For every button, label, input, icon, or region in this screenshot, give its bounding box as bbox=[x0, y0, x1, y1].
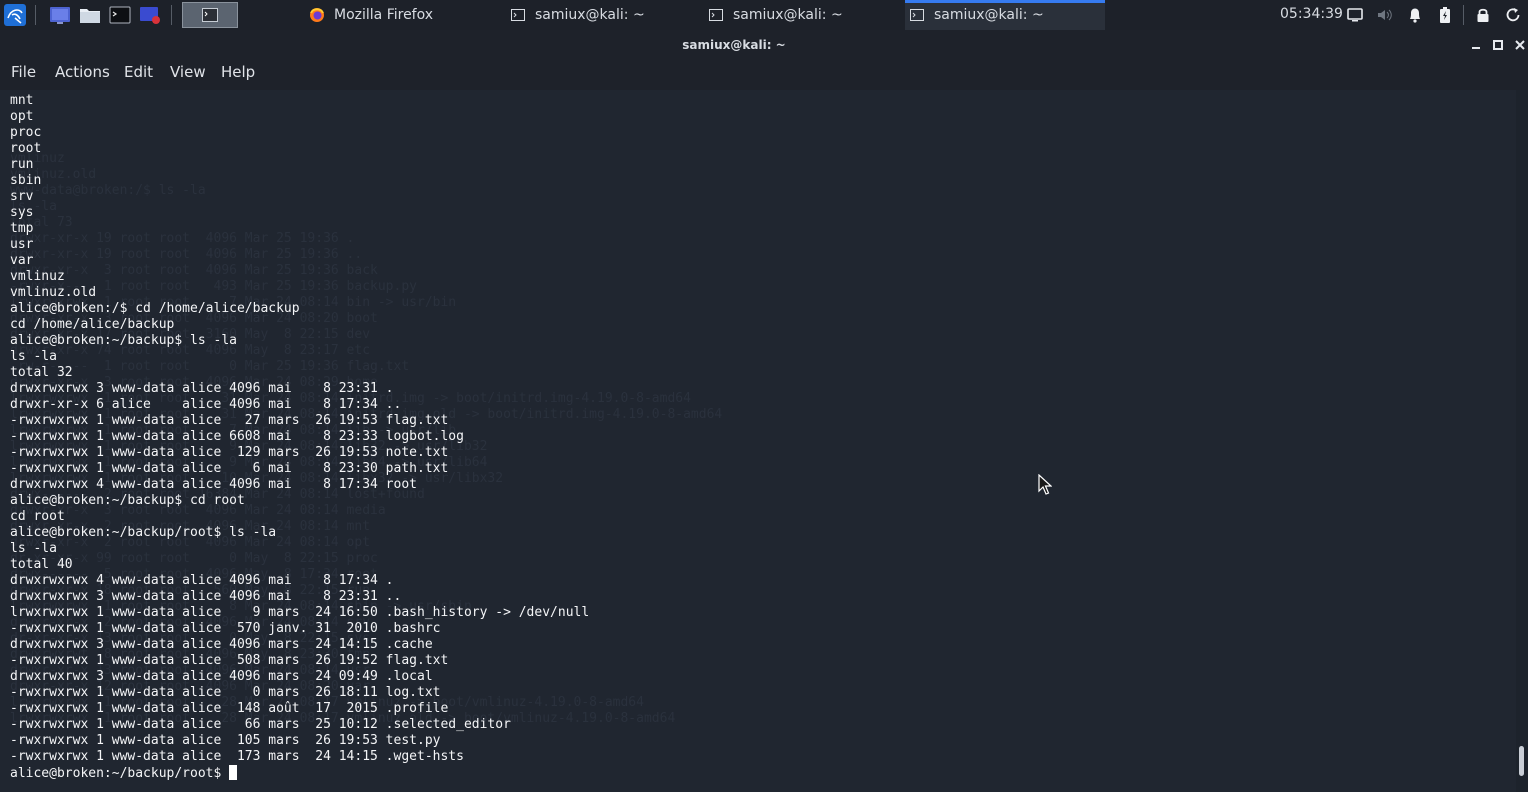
panel-separator bbox=[171, 5, 172, 25]
file-manager-icon[interactable] bbox=[78, 3, 102, 27]
kali-menu-icon[interactable] bbox=[3, 3, 27, 27]
lock-screen-icon[interactable] bbox=[1474, 6, 1492, 24]
taskbar-item-terminal-3[interactable]: samiux@kali: ~ bbox=[905, 0, 1105, 30]
terminal-cursor bbox=[229, 765, 238, 780]
panel-separator bbox=[1463, 5, 1464, 25]
menu-file[interactable]: File bbox=[11, 63, 36, 81]
panel-separator bbox=[35, 5, 36, 25]
maximize-button[interactable] bbox=[1491, 38, 1505, 52]
workspace-switcher-icon[interactable] bbox=[182, 2, 238, 28]
top-panel: Mozilla Firefox samiux@kali: ~ samiux@ka… bbox=[0, 0, 1528, 30]
window-title: samiux@kali: ~ bbox=[682, 38, 786, 52]
volume-muted-icon[interactable] bbox=[1376, 6, 1394, 24]
menu-view[interactable]: View bbox=[170, 63, 206, 81]
scrollbar-thumb[interactable] bbox=[1519, 746, 1524, 776]
taskbar-item-label: samiux@kali: ~ bbox=[733, 7, 843, 23]
menu-help[interactable]: Help bbox=[221, 63, 255, 81]
restart-icon[interactable] bbox=[1504, 6, 1522, 24]
terminal-icon bbox=[909, 7, 925, 23]
menu-edit[interactable]: Edit bbox=[124, 63, 153, 81]
minimize-button[interactable] bbox=[1469, 38, 1483, 52]
screen-recorder-icon[interactable] bbox=[138, 3, 162, 27]
terminal-scrollbar[interactable] bbox=[1516, 90, 1528, 792]
taskbar-item-label: samiux@kali: ~ bbox=[535, 7, 645, 23]
terminal-launcher-icon[interactable] bbox=[108, 3, 132, 27]
clock[interactable]: 05:34:39 bbox=[1280, 6, 1343, 22]
battery-icon[interactable] bbox=[1436, 6, 1454, 24]
taskbar-item-label: Mozilla Firefox bbox=[334, 7, 434, 23]
notifications-icon[interactable] bbox=[1406, 6, 1424, 24]
taskbar-item-terminal-1[interactable]: samiux@kali: ~ bbox=[500, 0, 700, 30]
firefox-icon bbox=[309, 7, 325, 23]
show-desktop-icon[interactable] bbox=[48, 3, 72, 27]
taskbar-item-label: samiux@kali: ~ bbox=[934, 7, 1044, 23]
window-titlebar[interactable]: samiux@kali: ~ bbox=[0, 30, 1528, 60]
close-button[interactable] bbox=[1513, 38, 1527, 52]
terminal-output-text: mnt opt proc root run sbin srv sys tmp u… bbox=[10, 93, 590, 781]
menu-actions[interactable]: Actions bbox=[55, 63, 110, 81]
terminal-icon bbox=[708, 7, 724, 23]
terminal-output: mnt opt proc root run sbin srv sys tmp u… bbox=[10, 93, 589, 782]
terminal-view[interactable]: vmlinuz vmlinuz.old www-data@broken:/$ l… bbox=[0, 90, 1516, 792]
display-icon[interactable] bbox=[1346, 6, 1364, 24]
taskbar-item-firefox[interactable]: Mozilla Firefox bbox=[298, 0, 498, 30]
menu-bar: File Actions Edit View Help bbox=[0, 60, 1528, 90]
taskbar-item-terminal-2[interactable]: samiux@kali: ~ bbox=[700, 0, 900, 30]
terminal-icon bbox=[510, 7, 526, 23]
mouse-pointer-icon bbox=[1038, 473, 1053, 500]
